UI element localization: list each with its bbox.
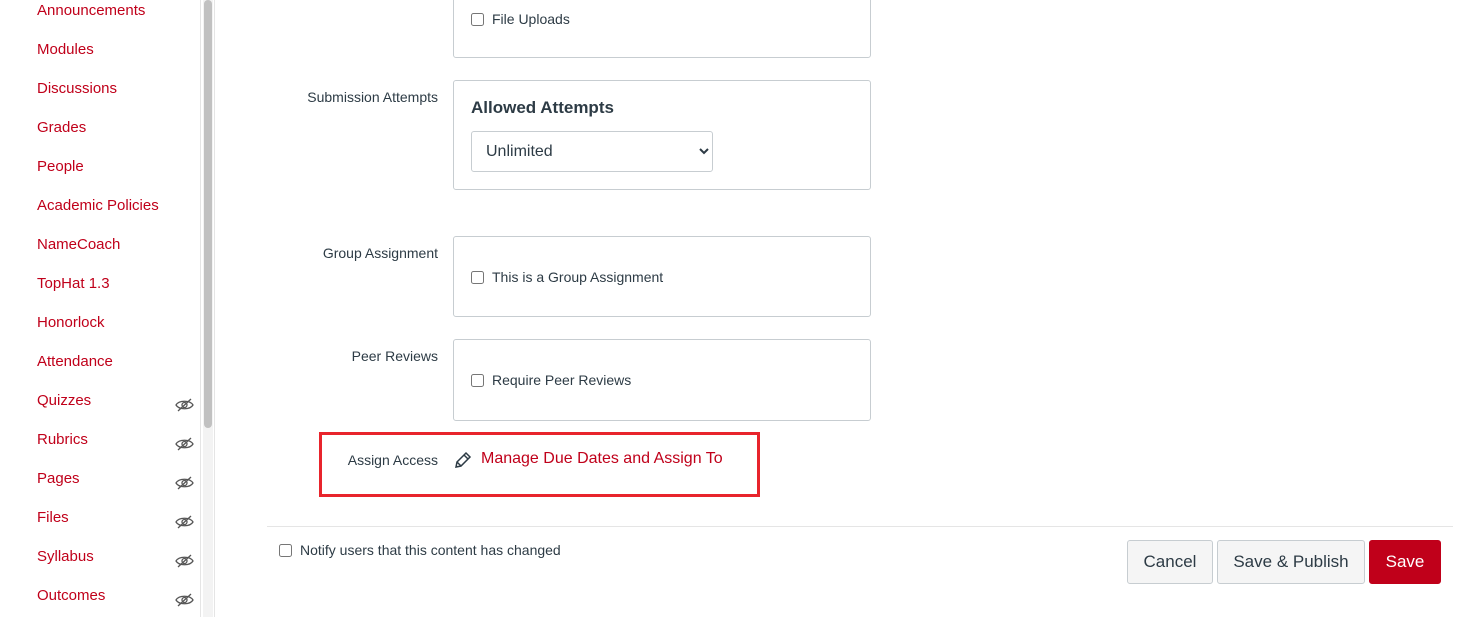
sidebar-item[interactable]: Discussions [37,80,117,97]
checkbox-label: Require Peer Reviews [492,372,632,388]
sidebar-item[interactable]: Files [37,509,69,526]
sidebar-item[interactable]: Syllabus [37,548,94,565]
sidebar-item[interactable]: TopHat 1.3 [37,275,110,292]
allowed-attempts-select[interactable]: Unlimited [471,131,713,172]
peer-reviews-box: Require Peer Reviews [453,339,871,421]
eye-slash-icon [175,476,194,490]
eye-slash-icon [175,515,194,529]
sidebar-item[interactable]: NameCoach [37,236,120,253]
checkbox-label: File Uploads [492,11,570,27]
sidebar-item[interactable]: Honorlock [37,314,105,331]
sidebar-item[interactable]: Modules [37,41,94,58]
save-publish-button[interactable]: Save & Publish [1217,540,1365,584]
group-assignment-box: This is a Group Assignment [453,236,871,317]
scrollbar-thumb[interactable] [204,0,212,428]
sidebar-item[interactable]: Attendance [37,353,113,370]
sidebar-item[interactable]: Grades [37,119,86,136]
cancel-button[interactable]: Cancel [1127,540,1213,584]
submission-attempts-box: Allowed Attempts Unlimited [453,80,871,190]
checkbox[interactable] [471,12,484,26]
sidebar-item[interactable]: People [37,158,84,175]
eye-slash-icon [175,437,194,451]
peer-reviews-checkbox[interactable]: Require Peer Reviews [471,372,631,388]
sidebar-item[interactable]: Outcomes [37,587,105,604]
divider [214,0,215,617]
group-assignment-label: Group Assignment [322,245,438,261]
eye-slash-icon [175,593,194,607]
save-button[interactable]: Save [1369,540,1441,584]
sidebar-scrollbar[interactable] [203,0,213,617]
sidebar-item[interactable]: Announcements [37,2,145,19]
sidebar-item[interactable]: Rubrics [37,431,88,448]
eye-slash-icon [175,554,194,568]
checkbox[interactable] [279,543,292,557]
sidebar-item[interactable]: Quizzes [37,392,91,409]
checkbox[interactable] [471,373,484,387]
sidebar-item[interactable]: Pages [37,470,80,487]
pencil-icon [455,451,472,468]
checkbox-label: Notify users that this content has chang… [300,542,561,558]
file-uploads-checkbox[interactable]: File Uploads [471,11,570,27]
submission-type-box: File Uploads [453,0,871,58]
submission-attempts-label: Submission Attempts [307,89,438,105]
footer-divider [267,526,1453,527]
group-assignment-checkbox[interactable]: This is a Group Assignment [471,269,663,285]
peer-reviews-label: Peer Reviews [351,348,438,364]
course-nav-sidebar: Announcements Modules Discussions Grades Peo… [0,0,201,617]
notify-users-checkbox[interactable]: Notify users that this content has chang… [279,542,561,558]
sidebar-item[interactable]: Academic Policies [37,197,159,214]
eye-slash-icon [175,398,194,412]
allowed-attempts-heading: Allowed Attempts [471,98,614,117]
checkbox[interactable] [471,270,484,284]
assign-access-label: Assign Access [347,452,438,468]
manage-due-dates-link[interactable]: Manage Due Dates and Assign To [481,450,723,468]
checkbox-label: This is a Group Assignment [492,269,664,285]
